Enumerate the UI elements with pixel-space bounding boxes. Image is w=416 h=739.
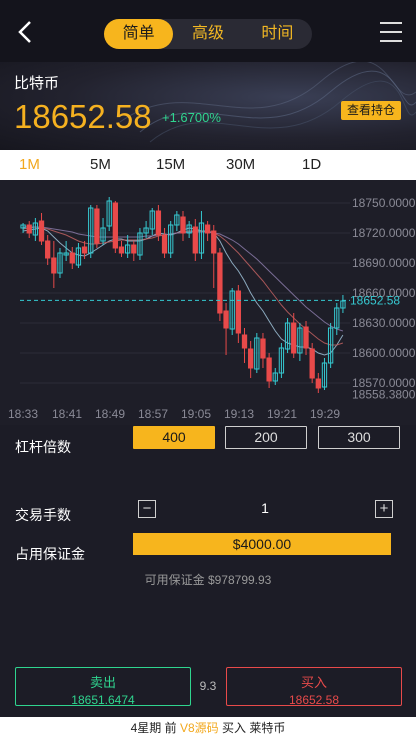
available-margin: 可用保证金 $978799.93 (144, 573, 272, 587)
period-1m[interactable]: 1M (19, 156, 40, 173)
price-hero: 比特币 18652.58 +1.6700% 查看持仓 (0, 62, 416, 150)
candle-body (45, 240, 51, 259)
activity-ticker: 4星期 前 V8源码 买入 莱特币 (0, 717, 416, 739)
margin-label: 占用保证金 (15, 546, 85, 562)
x-tick-label: 19:21 (267, 407, 297, 421)
x-tick-label: 19:29 (310, 407, 340, 421)
margin-value: $4000.00 (133, 533, 391, 555)
y-tick-label: 18720.0000 (352, 226, 416, 240)
ticker-prefix: 4星期 前 (130, 721, 177, 735)
buy-label: 买入 (300, 675, 327, 690)
y-tick-label: 18690.0000 (352, 256, 416, 270)
period-30m[interactable]: 30M (226, 156, 255, 173)
ma-line (23, 226, 344, 332)
candle-body (248, 348, 254, 369)
sell-button[interactable]: 卖出 18651.6474 (15, 667, 191, 707)
x-tick-label: 19:13 (224, 407, 254, 421)
leverage-option-300[interactable]: 300 (318, 426, 400, 449)
price-change: +1.6700% (162, 110, 221, 125)
lots-label: 交易手数 (15, 507, 71, 523)
candle-body (155, 210, 162, 236)
candle-body (315, 378, 321, 389)
lots-plus-button[interactable]: + (375, 500, 393, 518)
candle-body (211, 230, 217, 254)
lots-minus-button[interactable]: − (138, 500, 156, 518)
candle-body (38, 220, 45, 242)
tab-advanced[interactable]: 高级 (173, 19, 242, 49)
candle-body (112, 202, 118, 249)
leverage-label: 杠杆倍数 (15, 439, 71, 455)
x-tick-label: 19:05 (181, 407, 211, 421)
candle-body (260, 338, 266, 359)
y-tick-label: 18600.0000 (352, 346, 416, 360)
candle-body (192, 226, 198, 254)
mode-tabs: 简单 高级 时间 (104, 19, 312, 49)
sell-price: 18651.6474 (71, 693, 135, 707)
back-arrow-icon[interactable] (14, 18, 38, 46)
x-tick-label: 18:49 (95, 407, 125, 421)
candle-body (81, 246, 88, 254)
candle-body (291, 322, 297, 354)
current-price-label: 18652.58 (350, 293, 400, 307)
lots-value: 1 (261, 500, 269, 516)
period-15m[interactable]: 15M (156, 156, 185, 173)
y-tick-label: 18558.3800 (352, 388, 416, 402)
current-price: 18652.58 (14, 98, 152, 135)
candle-body (69, 252, 75, 264)
period-tabs: 1M 5M 15M 30M 1D (0, 150, 416, 180)
buy-price: 18652.58 (288, 693, 340, 707)
leverage-option-400[interactable]: 400 (133, 426, 215, 449)
candle-body (266, 357, 272, 382)
candle-body (51, 257, 57, 274)
candle-body (94, 208, 100, 244)
leverage-option-200[interactable]: 200 (225, 426, 307, 449)
candle-body (303, 326, 309, 349)
view-holdings-button[interactable]: 查看持仓 (341, 101, 401, 120)
spread-value: 9.3 (199, 679, 217, 693)
candle-body (26, 224, 32, 234)
candle-body (241, 334, 248, 349)
candle-body (131, 244, 137, 254)
chart-svg: 18750.000018720.000018690.000018660.0000… (8, 196, 416, 421)
x-tick-label: 18:41 (52, 407, 82, 421)
period-5m[interactable]: 5M (90, 156, 111, 173)
ticker-suffix: 买入 莱特币 (222, 721, 286, 735)
candle-body (118, 246, 125, 254)
y-tick-label: 18630.0000 (352, 316, 416, 330)
coin-name: 比特币 (14, 75, 60, 92)
buy-button[interactable]: 买入 18652.58 (226, 667, 402, 707)
candle-body (235, 290, 242, 334)
x-tick-label: 18:57 (138, 407, 168, 421)
candle-body (309, 348, 315, 379)
period-1d[interactable]: 1D (302, 156, 321, 173)
sell-label: 卖出 (89, 675, 116, 690)
candle-body (180, 216, 186, 234)
candle-body (204, 224, 211, 234)
candle-body (223, 310, 229, 329)
candle-body (217, 252, 223, 314)
candlestick-chart[interactable]: 18750.0000 18720.0000 18690.0000 18660.0000… (0, 180, 416, 425)
ticker-user: V8源码 (179, 721, 219, 735)
y-tick-label: 18750.0000 (352, 196, 416, 210)
top-header: 简单 高级 时间 (0, 0, 416, 62)
tab-simple[interactable]: 简单 (104, 19, 174, 49)
hamburger-menu-icon[interactable] (380, 22, 402, 42)
tab-time[interactable]: 时间 (243, 19, 312, 49)
x-tick-label: 18:33 (8, 407, 38, 421)
candle-body (161, 234, 168, 254)
